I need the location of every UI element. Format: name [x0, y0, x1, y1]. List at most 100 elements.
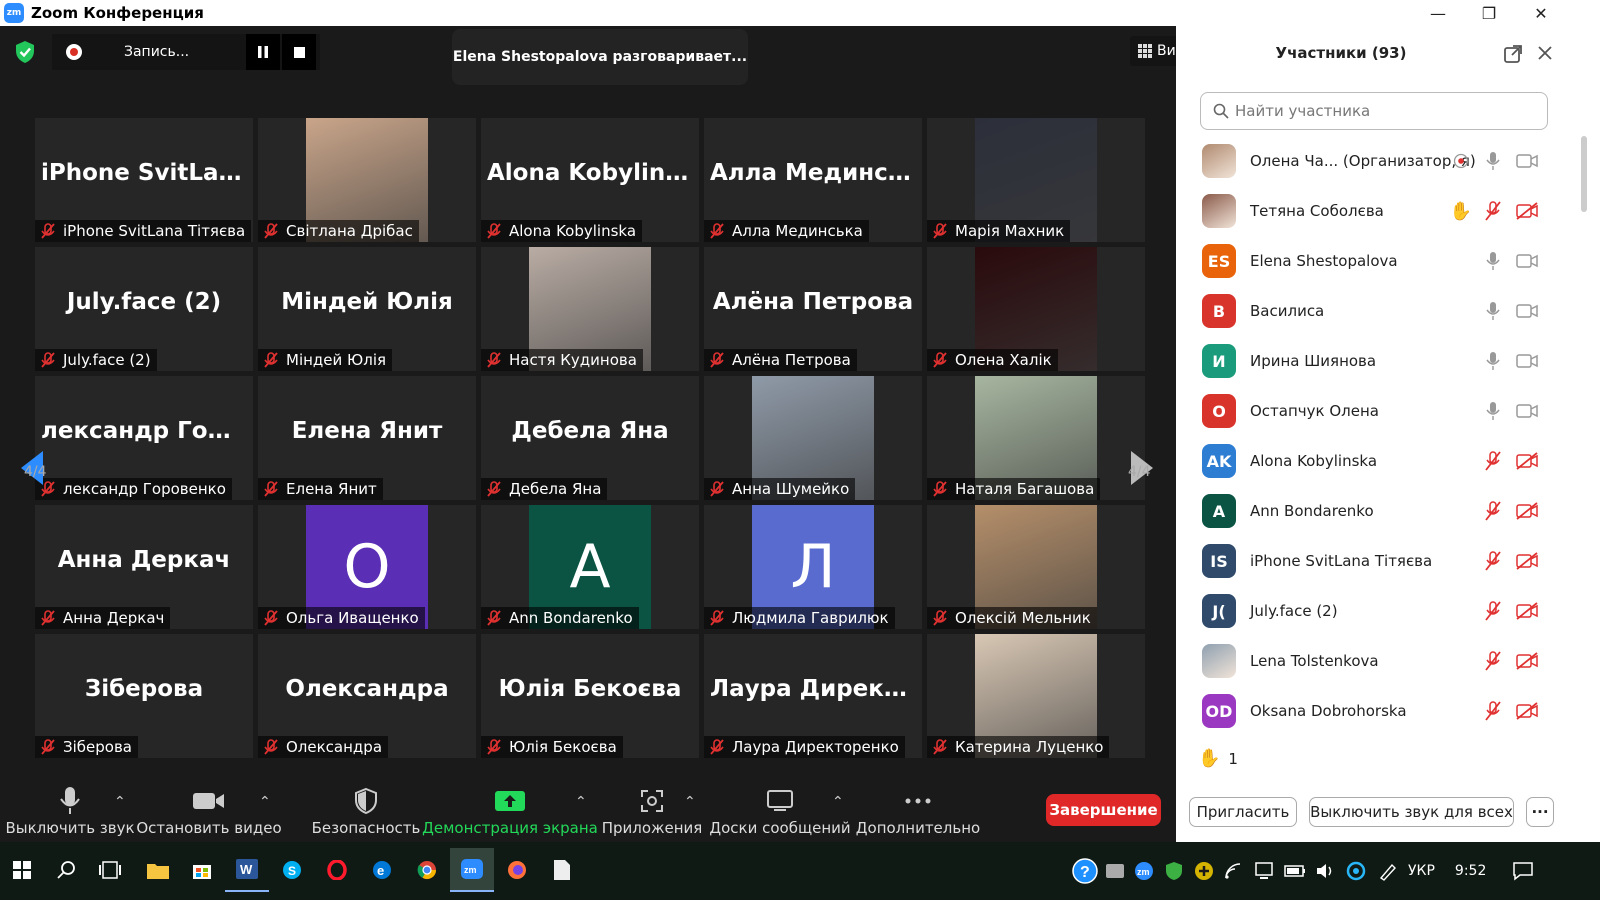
apps-button[interactable]: Приложения — [602, 784, 702, 842]
edge-taskbar[interactable]: e — [360, 848, 404, 892]
audio-options-caret-icon[interactable]: ⌃ — [114, 794, 126, 810]
video-tile[interactable]: лександр Гор... лександр Горовенко — [35, 376, 253, 500]
video-grid: iPhone SvitLana... iPhone SvitLana Тітяєв… — [35, 118, 1165, 768]
tray-app-icon[interactable] — [1106, 864, 1124, 878]
video-tile[interactable]: Л Людмила Гаврилюк — [704, 505, 922, 629]
participant-row[interactable]: A Ann Bondarenko — [1202, 486, 1552, 536]
maximize-button[interactable]: ❐ — [1466, 0, 1512, 26]
file-explorer-taskbar[interactable] — [136, 848, 180, 892]
video-tile[interactable]: Олексій Мельник — [927, 505, 1145, 629]
video-tile[interactable]: Світлана Дрібас — [258, 118, 476, 242]
chrome-taskbar[interactable] — [405, 848, 449, 892]
camera-off-icon — [1516, 502, 1538, 520]
notifications-icon[interactable] — [1512, 861, 1534, 881]
video-tile[interactable]: Олександра Олександра — [258, 634, 476, 758]
whiteboard-options-caret-icon[interactable]: ⌃ — [832, 794, 844, 810]
more-button[interactable]: Дополнительно — [856, 784, 980, 842]
participant-row[interactable]: Тетяна Соболєва ✋ — [1202, 186, 1552, 236]
participant-row[interactable]: OD Oksana Dobrohorska — [1202, 686, 1552, 732]
more-options-button[interactable]: ··· — [1526, 797, 1554, 827]
video-tile[interactable]: Катерина Луценко — [927, 634, 1145, 758]
whiteboards-button[interactable]: Доски сообщений — [709, 784, 851, 842]
video-tile[interactable]: Анна Шумейко — [704, 376, 922, 500]
close-button[interactable]: ✕ — [1518, 0, 1564, 26]
opera-taskbar[interactable] — [315, 848, 359, 892]
tray-plus-icon[interactable] — [1194, 861, 1214, 881]
participant-row[interactable]: J(July.face (2) — [1202, 586, 1552, 636]
notepad-taskbar[interactable] — [540, 848, 584, 892]
camera-off-icon — [1516, 452, 1538, 470]
security-button[interactable]: Безопасность — [312, 784, 420, 842]
store-taskbar[interactable] — [180, 848, 224, 892]
task-view-button[interactable] — [88, 848, 132, 892]
video-tile[interactable]: July.face (2) July.face (2) — [35, 247, 253, 371]
minimize-button[interactable]: — — [1415, 0, 1461, 26]
word-icon: W — [236, 859, 258, 879]
share-options-caret-icon[interactable]: ⌃ — [575, 794, 587, 810]
wifi-icon[interactable] — [1224, 862, 1244, 880]
tile-name-bar: Катерина Луценко — [927, 736, 1110, 758]
participant-row[interactable]: О Остапчук Олена — [1202, 386, 1552, 436]
end-meeting-button[interactable]: Завершение — [1046, 794, 1161, 826]
mute-button[interactable]: Выключить звук — [5, 784, 135, 842]
volume-icon[interactable] — [1316, 862, 1336, 880]
participant-row[interactable]: В Василиса — [1202, 286, 1552, 336]
video-tile[interactable]: Елена Янит Елена Янит — [258, 376, 476, 500]
video-tile[interactable]: Alona Kobylinska Alona Kobylinska — [481, 118, 699, 242]
share-screen-button[interactable]: Демонстрация экрана — [422, 784, 598, 842]
recording-label: Запись... — [124, 44, 190, 60]
tray-zoom-icon[interactable]: zm — [1134, 861, 1154, 881]
mute-all-button[interactable]: Выключить звук для всех — [1309, 797, 1514, 827]
share-screen-arrow-icon — [495, 791, 525, 811]
invite-button[interactable]: Пригласить — [1189, 797, 1297, 827]
tile-display-name: Юлія Бекоєва — [498, 676, 682, 702]
video-tile[interactable]: О Ольга Иващенко — [258, 505, 476, 629]
pause-recording-button[interactable] — [246, 34, 280, 70]
video-tile[interactable]: iPhone SvitLana... iPhone SvitLana Тітяєв… — [35, 118, 253, 242]
video-tile[interactable]: A Ann Bondarenko — [481, 505, 699, 629]
video-tile[interactable]: Олена Халік — [927, 247, 1145, 371]
video-tile[interactable]: Наталя Багашова — [927, 376, 1145, 500]
video-tile[interactable]: Анна Деркач Анна Деркач — [35, 505, 253, 629]
participant-row[interactable]: AK Alona Kobylinska — [1202, 436, 1552, 486]
video-tile[interactable]: Алла Мединська Алла Мединська — [704, 118, 922, 242]
battery-icon[interactable] — [1284, 864, 1306, 878]
video-tile[interactable]: Міндей Юлія Міндей Юлія — [258, 247, 476, 371]
tray-security-icon[interactable] — [1164, 861, 1184, 881]
close-panel-icon[interactable] — [1537, 45, 1553, 61]
pen-icon[interactable] — [1378, 861, 1398, 881]
firefox-taskbar[interactable] — [495, 848, 539, 892]
taskbar-search-button[interactable] — [44, 848, 88, 892]
zoom-taskbar[interactable]: zm — [450, 848, 494, 892]
skype-taskbar[interactable]: S — [270, 848, 314, 892]
muted-mic-icon — [487, 481, 501, 497]
participant-row[interactable]: ES Elena Shestopalova — [1202, 236, 1552, 286]
video-tile[interactable]: Алёна Петрова Алёна Петрова — [704, 247, 922, 371]
encryption-shield-icon[interactable] — [14, 40, 36, 64]
participant-search-input[interactable]: Найти участника — [1200, 92, 1548, 130]
participant-row[interactable]: Олена Ча... (Организатор, я) — [1202, 136, 1552, 186]
stop-video-button[interactable]: Остановить видео — [136, 784, 282, 842]
pop-out-icon[interactable] — [1503, 44, 1523, 64]
word-taskbar[interactable]: W — [225, 848, 269, 892]
network-icon[interactable] — [1254, 862, 1274, 880]
start-button[interactable] — [0, 848, 44, 892]
video-tile[interactable]: Марія Махник — [927, 118, 1145, 242]
video-tile[interactable]: Настя Кудинова — [481, 247, 699, 371]
participant-row[interactable]: IS iPhone SvitLana Тітяєва — [1202, 536, 1552, 586]
participant-list-scrollbar[interactable] — [1581, 136, 1587, 212]
video-tile[interactable]: Юлія Бекоєва Юлія Бекоєва — [481, 634, 699, 758]
help-icon[interactable]: ? — [1072, 858, 1098, 884]
participant-row[interactable]: И Ирина Шиянова — [1202, 336, 1552, 386]
muted-mic-icon — [710, 610, 724, 626]
video-tile[interactable]: Дебела Яна Дебела Яна — [481, 376, 699, 500]
participant-row[interactable]: Lena Tolstenkova — [1202, 636, 1552, 686]
video-tile[interactable]: Лаура Директо... Лаура Директоренко — [704, 634, 922, 758]
keyboard-language[interactable]: УКР — [1408, 863, 1435, 879]
clock-time[interactable]: 9:52 — [1455, 863, 1486, 879]
stop-recording-button[interactable] — [282, 34, 316, 70]
tray-sync-icon[interactable] — [1346, 861, 1366, 881]
video-tile[interactable]: Зіберова Зіберова — [35, 634, 253, 758]
video-options-caret-icon[interactable]: ⌃ — [259, 794, 271, 810]
apps-options-caret-icon[interactable]: ⌃ — [684, 794, 696, 810]
